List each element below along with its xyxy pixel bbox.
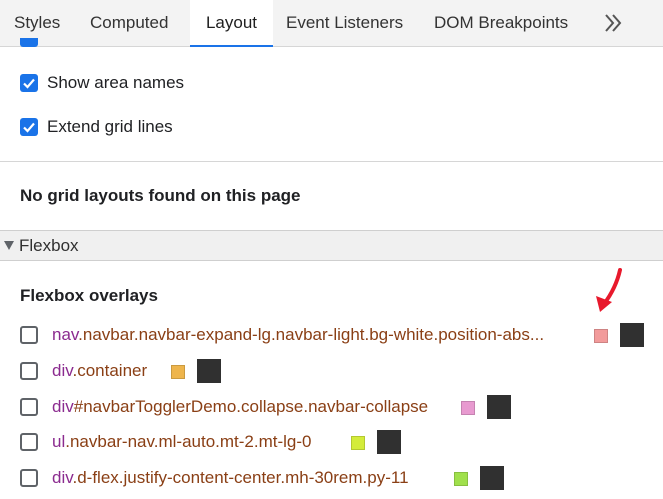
overlay-checkbox[interactable] <box>20 398 38 416</box>
overlay-checkbox[interactable] <box>20 469 38 487</box>
tab-computed[interactable]: Computed <box>90 0 168 46</box>
element-selector: .navbar-nav.ml-auto.mt-2.mt-lg-0 <box>65 432 312 451</box>
tab-layout[interactable]: Layout <box>190 0 273 47</box>
triangle-down-icon[interactable] <box>4 241 14 250</box>
show-area-names-row[interactable]: Show area names <box>20 72 270 94</box>
extend-grid-lines-label: Extend grid lines <box>47 117 173 136</box>
tab-dom-breakpoints[interactable]: DOM Breakpoints <box>434 0 568 46</box>
overlay-checkbox[interactable] <box>20 326 38 344</box>
show-element-button[interactable] <box>487 395 511 419</box>
element-path-link[interactable]: div#navbarTogglerDemo.collapse.navbar-co… <box>52 396 428 418</box>
scrolled-checkbox[interactable] <box>20 38 38 47</box>
extend-grid-lines-row[interactable]: Extend grid lines <box>20 116 270 138</box>
element-path-link[interactable]: ul.navbar-nav.ml-auto.mt-2.mt-lg-0 <box>52 431 312 453</box>
flexbox-section-title: Flexbox <box>19 236 79 255</box>
show-area-names-label: Show area names <box>47 73 185 92</box>
flexbox-overlay-row[interactable]: div.d-flex.justify-content-center.mh-30r… <box>20 464 663 492</box>
panel-tab-bar: Styles Computed Layout Event Listeners D… <box>0 0 663 47</box>
element-selector: .navbar.navbar-expand-lg.navbar-light.bg… <box>78 325 545 344</box>
element-selector: .container <box>72 361 148 380</box>
flexbox-overlays-title: Flexbox overlays <box>20 286 158 305</box>
element-selector: #navbarTogglerDemo.collapse.navbar-colla… <box>73 397 429 416</box>
overlay-checkbox[interactable] <box>20 362 38 380</box>
show-element-button[interactable] <box>620 323 644 347</box>
element-tag: div <box>52 468 73 487</box>
flexbox-section-header[interactable]: Flexbox <box>0 230 663 261</box>
flexbox-overlay-row[interactable]: nav.navbar.navbar-expand-lg.navbar-light… <box>20 321 663 349</box>
show-element-button[interactable] <box>377 430 401 454</box>
element-tag: div <box>52 397 74 416</box>
overlay-checkbox[interactable] <box>20 433 38 451</box>
flexbox-overlay-row[interactable]: ul.navbar-nav.ml-auto.mt-2.mt-lg-0 <box>20 428 663 456</box>
extend-grid-lines-checkbox[interactable] <box>20 118 38 136</box>
tab-event-listeners[interactable]: Event Listeners <box>286 0 403 46</box>
element-path-link[interactable]: div.container <box>52 360 147 382</box>
flexbox-overlay-row[interactable]: div.container <box>20 357 663 385</box>
show-element-button[interactable] <box>197 359 221 383</box>
element-path-link[interactable]: nav.navbar.navbar-expand-lg.navbar-light… <box>52 324 544 346</box>
element-selector: .d-flex.justify-content-center.mh-30rem.… <box>72 468 409 487</box>
color-swatch[interactable] <box>171 365 185 379</box>
show-area-names-checkbox[interactable] <box>20 74 38 92</box>
element-path-link[interactable]: div.d-flex.justify-content-center.mh-30r… <box>52 467 409 489</box>
chevron-double-right-icon[interactable] <box>601 10 627 36</box>
color-swatch[interactable] <box>351 436 365 450</box>
annotation-arrow-icon <box>596 268 622 312</box>
element-tag: nav <box>52 325 79 344</box>
color-swatch[interactable] <box>461 401 475 415</box>
show-element-button[interactable] <box>480 466 504 490</box>
element-tag: div <box>52 361 73 380</box>
color-swatch[interactable] <box>594 329 608 343</box>
color-swatch[interactable] <box>454 472 468 486</box>
divider <box>0 161 663 162</box>
element-tag: ul <box>52 432 66 451</box>
no-grid-message: No grid layouts found on this page <box>20 186 301 205</box>
flexbox-overlay-row[interactable]: div#navbarTogglerDemo.collapse.navbar-co… <box>20 393 663 421</box>
